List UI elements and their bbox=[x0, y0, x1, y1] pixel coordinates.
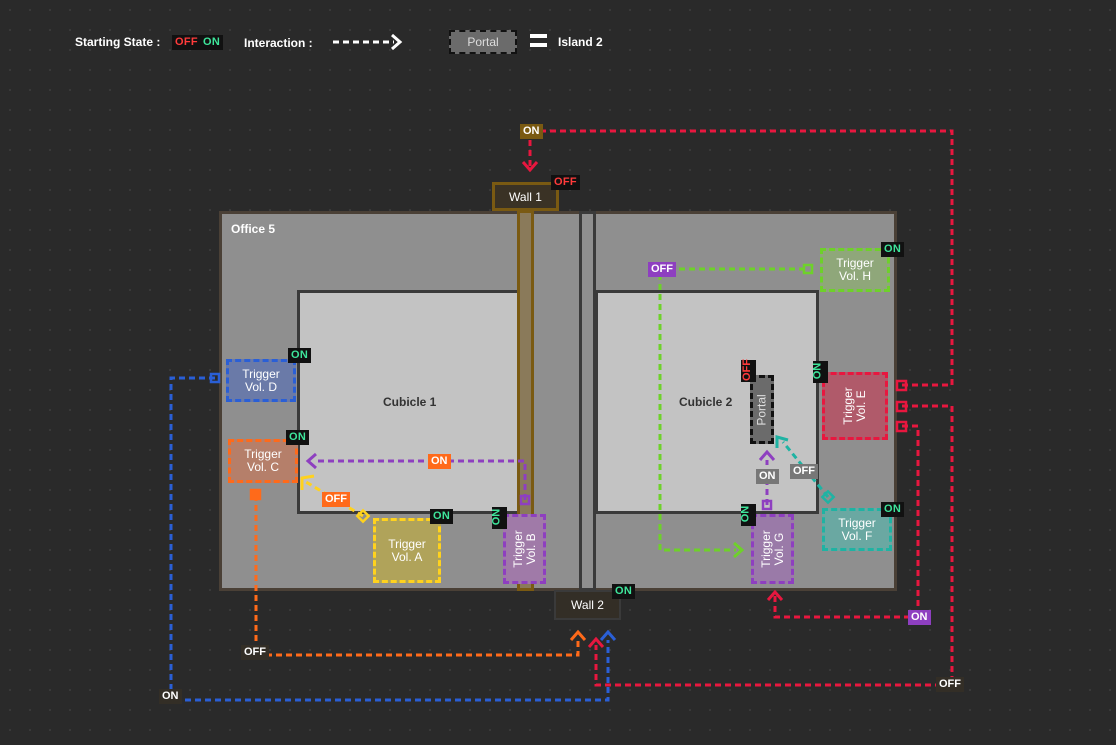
portal-state-box: OFF bbox=[741, 359, 756, 382]
trigger-g-state: ON bbox=[739, 505, 752, 523]
trigger-d-line2: Vol. D bbox=[244, 379, 277, 394]
trigger-vol-e[interactable]: Trigger Vol. E bbox=[822, 372, 888, 440]
trigger-f-line1: Trigger bbox=[838, 515, 876, 530]
trigger-a-line2: Vol. A bbox=[391, 549, 423, 564]
tag-wall1-on: ON bbox=[520, 124, 543, 139]
tag-h-off: OFF bbox=[648, 262, 676, 277]
trigger-a-state: ON bbox=[430, 509, 454, 524]
trigger-e-line2: Vol. E bbox=[854, 390, 868, 422]
trigger-vol-h[interactable]: Trigger Vol. H bbox=[820, 248, 890, 292]
trigger-b-state: ON bbox=[490, 508, 503, 526]
tag-g-on: ON bbox=[756, 469, 779, 484]
trigger-g-line2: Vol. G bbox=[771, 532, 786, 566]
trigger-b-line2: Vol. B bbox=[523, 533, 538, 565]
trigger-a-line1: Trigger bbox=[388, 536, 426, 551]
tag-b-to-c-on: ON bbox=[428, 454, 451, 469]
trigger-h-line2: Vol. H bbox=[838, 269, 871, 283]
tag-c-to-wall2-off: OFF bbox=[241, 645, 269, 660]
tag-d-to-wall2-on: ON bbox=[159, 689, 182, 704]
trigger-e-line1: Trigger bbox=[841, 387, 855, 425]
tag-e-to-wall2-off: OFF bbox=[936, 677, 964, 692]
trigger-b-line1: Trigger bbox=[510, 530, 525, 568]
tag-e-to-g-on: ON bbox=[908, 610, 931, 625]
trigger-h-line1: Trigger bbox=[836, 256, 874, 270]
trigger-c-state: ON bbox=[286, 430, 310, 445]
trigger-b-state-box: ON bbox=[490, 507, 507, 529]
trigger-vol-g[interactable]: Trigger Vol. G bbox=[751, 514, 794, 584]
tag-f-off: OFF bbox=[790, 464, 818, 479]
trigger-h-state: ON bbox=[881, 242, 905, 257]
portal-label: Portal bbox=[754, 393, 769, 426]
portal-state: OFF bbox=[741, 359, 753, 381]
trigger-vol-d[interactable]: Trigger Vol. D bbox=[226, 359, 296, 402]
trigger-d-line1: Trigger bbox=[242, 366, 280, 381]
trigger-vol-b[interactable]: Trigger Vol. B bbox=[503, 514, 546, 584]
trigger-vol-a[interactable]: Trigger Vol. A bbox=[373, 518, 441, 583]
trigger-f-line2: Vol. F bbox=[841, 528, 873, 543]
trigger-vol-c[interactable]: Trigger Vol. C bbox=[228, 439, 298, 483]
portal-box[interactable]: Portal bbox=[750, 375, 774, 444]
trigger-e-state-box: ON bbox=[811, 361, 828, 383]
trigger-f-state: ON bbox=[881, 502, 905, 517]
trigger-g-line1: Trigger bbox=[758, 530, 773, 568]
tag-a-to-c-off: OFF bbox=[322, 492, 350, 507]
trigger-e-state: ON bbox=[811, 362, 824, 380]
interaction-connections bbox=[169, 129, 954, 702]
trigger-c-line2: Vol. C bbox=[246, 460, 279, 474]
trigger-c-line1: Trigger bbox=[244, 447, 282, 461]
trigger-g-state-box: ON bbox=[739, 504, 756, 526]
trigger-d-state: ON bbox=[288, 348, 312, 363]
